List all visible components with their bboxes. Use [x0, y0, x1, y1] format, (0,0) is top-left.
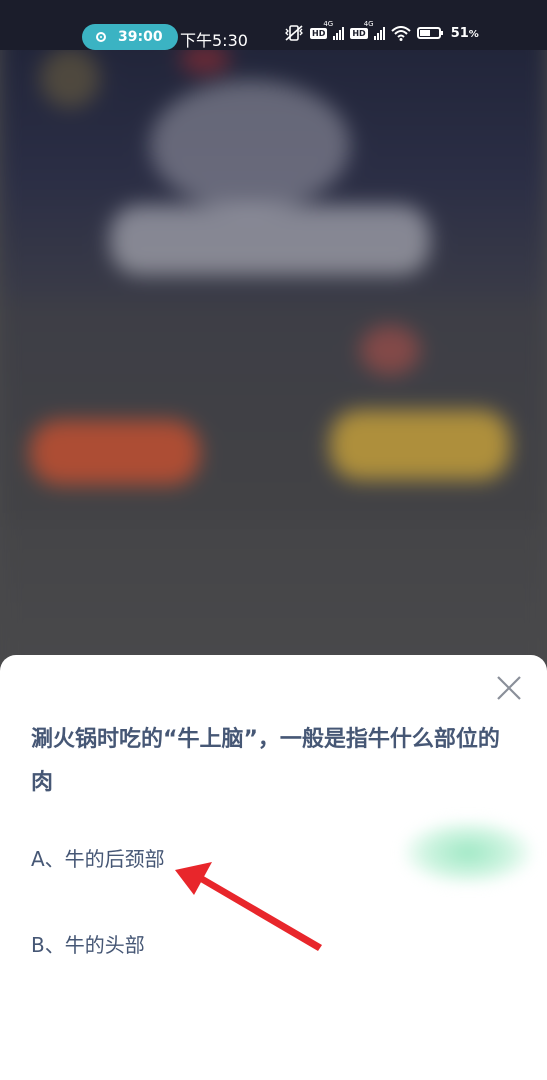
option-a[interactable]: A、牛的后颈部	[31, 843, 165, 872]
close-icon[interactable]	[494, 673, 524, 703]
clock: 下午5:30	[180, 31, 248, 50]
blurred-blob	[360, 325, 420, 375]
screen-recording-pill[interactable]: 39:00	[82, 24, 178, 50]
status-bar: 39:00 下午5:30 HD 4G HD 4G 51%	[0, 0, 547, 50]
battery-percent: 51	[450, 25, 469, 41]
blurred-answer-button[interactable]	[403, 820, 533, 885]
option-b[interactable]: B、牛的头部	[31, 929, 145, 958]
battery-unit: %	[468, 28, 479, 40]
recording-time: 39:00	[118, 29, 163, 45]
quiz-question: 涮火锅时吃的“牛上脑”，一般是指牛什么部位的肉	[31, 727, 500, 795]
wifi-icon	[391, 25, 411, 41]
hd-icon: HD	[310, 27, 328, 39]
hd-icon: HD	[350, 27, 368, 39]
signal-icon: 4G	[364, 20, 385, 40]
signal-icon: 4G	[323, 20, 345, 40]
blurred-blob	[150, 80, 350, 210]
blurred-button	[30, 420, 200, 485]
blurred-background-app	[0, 0, 547, 700]
blurred-blob	[40, 48, 100, 108]
blurred-button	[330, 410, 510, 480]
vibrate-off-icon	[285, 25, 303, 41]
battery-icon	[416, 27, 443, 39]
record-icon	[96, 32, 106, 42]
status-icons: HD 4G HD 4G 51%	[284, 20, 479, 41]
blurred-blob	[110, 205, 430, 275]
